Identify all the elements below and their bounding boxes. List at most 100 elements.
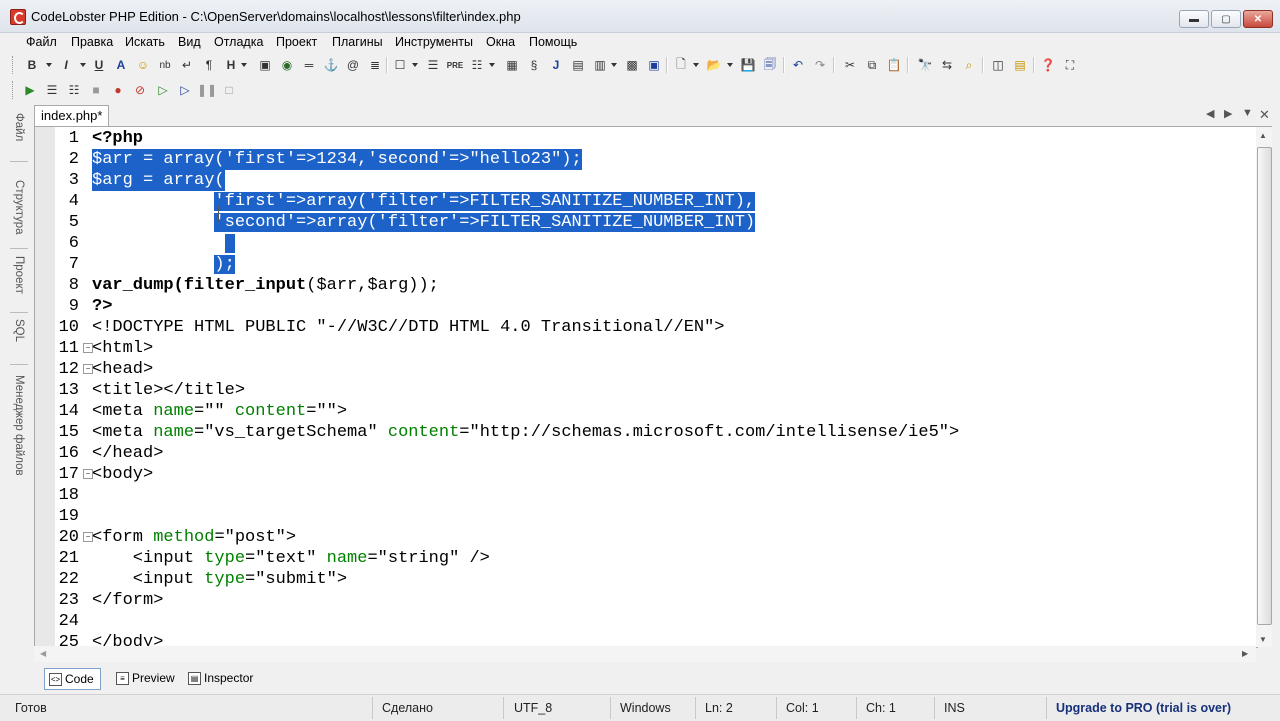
call-stack-icon[interactable]: ☷: [66, 82, 82, 98]
line-break-icon[interactable]: ↵: [179, 57, 195, 73]
panel-toggle-icon[interactable]: ◫: [990, 57, 1006, 73]
menu-project[interactable]: Проект: [276, 35, 317, 49]
pause-icon[interactable]: ❚❚: [197, 82, 217, 98]
bold-dropdown[interactable]: [46, 63, 52, 67]
close-tab-icon[interactable]: ✕: [1259, 107, 1270, 123]
menu-plugins[interactable]: Плагины: [332, 35, 383, 49]
italic-dropdown[interactable]: [80, 63, 86, 67]
pre-icon[interactable]: PRE: [447, 57, 463, 73]
heading-dropdown[interactable]: [241, 63, 247, 67]
stop-icon[interactable]: ■: [88, 82, 104, 98]
vertical-scrollbar[interactable]: ▲ ▼: [1256, 126, 1272, 647]
align-center-icon[interactable]: ☰: [425, 57, 441, 73]
list-icon[interactable]: ☷: [469, 57, 485, 73]
form-dropdown[interactable]: [611, 63, 617, 67]
find-icon[interactable]: 🔭: [917, 57, 933, 73]
align-justify-icon[interactable]: ≣: [367, 57, 383, 73]
side-tab-sql[interactable]: SQL: [8, 316, 30, 346]
close-button[interactable]: ✕: [1243, 10, 1273, 28]
side-tab-file-manager[interactable]: Менеджер файлов: [8, 368, 30, 482]
email-icon[interactable]: @: [345, 57, 361, 73]
replace-icon[interactable]: ⇆: [939, 57, 955, 73]
breakpoint-icon[interactable]: ●: [110, 82, 126, 98]
open-folder-icon[interactable]: 📂: [706, 57, 722, 73]
save-all-icon[interactable]: 🗐: [762, 57, 778, 73]
toolbar-grip[interactable]: [12, 56, 16, 74]
menu-help[interactable]: Помощь: [529, 35, 577, 49]
scroll-right-icon[interactable]: ▶: [1242, 649, 1248, 658]
image-icon[interactable]: ▣: [257, 57, 273, 73]
css-icon[interactable]: ▤: [570, 57, 586, 73]
tab-scroll-right-icon[interactable]: ▶: [1224, 107, 1232, 120]
javascript-icon[interactable]: J: [548, 57, 564, 73]
notes-icon[interactable]: ▤: [1012, 57, 1028, 73]
paragraph-button[interactable]: ¶: [201, 57, 217, 73]
side-tab-file[interactable]: Файл: [8, 104, 30, 150]
toolbar-grip[interactable]: [12, 81, 16, 99]
step-over-icon[interactable]: ▷: [177, 82, 193, 98]
scroll-up-icon[interactable]: ▲: [1259, 131, 1267, 140]
smiley-icon[interactable]: ☺: [135, 57, 151, 73]
horizontal-scrollbar[interactable]: ◀ ▶: [34, 646, 1256, 662]
bold-button[interactable]: B: [24, 57, 40, 73]
heading-button[interactable]: H: [223, 57, 239, 73]
find-in-files-icon[interactable]: ⌕: [961, 57, 977, 73]
menu-windows[interactable]: Окна: [486, 35, 515, 49]
status-line-endings[interactable]: Windows: [620, 701, 671, 715]
cut-icon[interactable]: ✂: [842, 57, 858, 73]
help-icon[interactable]: ❓: [1040, 57, 1056, 73]
menu-tools[interactable]: Инструменты: [395, 35, 473, 49]
table-icon[interactable]: ▦: [504, 57, 520, 73]
nbsp-button[interactable]: nb: [157, 57, 173, 73]
fullscreen-icon[interactable]: ⛶: [1062, 57, 1078, 73]
status-encoding[interactable]: UTF_8: [514, 701, 552, 715]
scroll-left-icon[interactable]: ◀: [40, 649, 46, 658]
stop-debug-icon[interactable]: □: [221, 82, 237, 98]
step-list-icon[interactable]: ☰: [44, 82, 60, 98]
frame-icon[interactable]: ▣: [646, 57, 662, 73]
code-editor[interactable]: 1 <?php 2 $arr = array('first'=>1234,'seco…: [34, 126, 1258, 648]
upgrade-link[interactable]: Upgrade to PRO (trial is over): [1056, 701, 1231, 715]
save-icon[interactable]: 💾: [740, 57, 756, 73]
tab-inspector[interactable]: ▤ Inspector: [184, 668, 259, 688]
paste-icon[interactable]: 📋: [886, 57, 902, 73]
maximize-button[interactable]: ▢: [1211, 10, 1241, 28]
side-tab-structure[interactable]: Структура: [8, 164, 30, 250]
menu-file[interactable]: Файл: [26, 35, 57, 49]
border-box-icon[interactable]: ☐: [392, 57, 408, 73]
minimize-button[interactable]: ▬: [1179, 10, 1209, 28]
anchor-icon[interactable]: ⚓: [323, 57, 339, 73]
scroll-down-icon[interactable]: ▼: [1259, 635, 1267, 644]
form-icon[interactable]: ▥: [592, 57, 608, 73]
tab-scroll-left-icon[interactable]: ◀: [1206, 107, 1214, 120]
open-dropdown[interactable]: [727, 63, 733, 67]
underline-button[interactable]: U: [91, 57, 107, 73]
script-icon[interactable]: §: [526, 57, 542, 73]
copy-icon[interactable]: ⧉: [864, 57, 880, 73]
side-tab-project[interactable]: Проект: [8, 250, 30, 300]
new-file-dropdown[interactable]: [693, 63, 699, 67]
file-tab-index-php[interactable]: index.php*: [34, 105, 110, 127]
horizontal-rule-icon[interactable]: ═: [301, 57, 317, 73]
font-button[interactable]: A: [113, 57, 129, 73]
vertical-scroll-thumb[interactable]: [1257, 147, 1272, 625]
run-icon[interactable]: ▶: [22, 82, 38, 98]
menu-search[interactable]: Искать: [125, 35, 165, 49]
code-tag: <form: [92, 528, 154, 547]
continue-icon[interactable]: ▷: [155, 82, 171, 98]
tab-list-icon[interactable]: ▼: [1242, 107, 1253, 119]
image-map-icon[interactable]: ▩: [624, 57, 640, 73]
menu-debug[interactable]: Отладка: [214, 35, 263, 49]
tab-preview[interactable]: ≡ Preview: [112, 668, 181, 688]
border-dropdown[interactable]: [412, 63, 418, 67]
undo-icon[interactable]: ↶: [790, 57, 806, 73]
globe-link-icon[interactable]: ◉: [279, 57, 295, 73]
italic-button[interactable]: I: [58, 57, 74, 73]
list-dropdown[interactable]: [489, 63, 495, 67]
menu-edit[interactable]: Правка: [71, 35, 113, 49]
redo-icon[interactable]: ↷: [812, 57, 828, 73]
tab-code[interactable]: <> Code: [44, 668, 101, 690]
menu-view[interactable]: Вид: [178, 35, 201, 49]
new-file-icon[interactable]: 🗋: [673, 57, 689, 73]
remove-breakpoints-icon[interactable]: ⊘: [132, 82, 148, 98]
